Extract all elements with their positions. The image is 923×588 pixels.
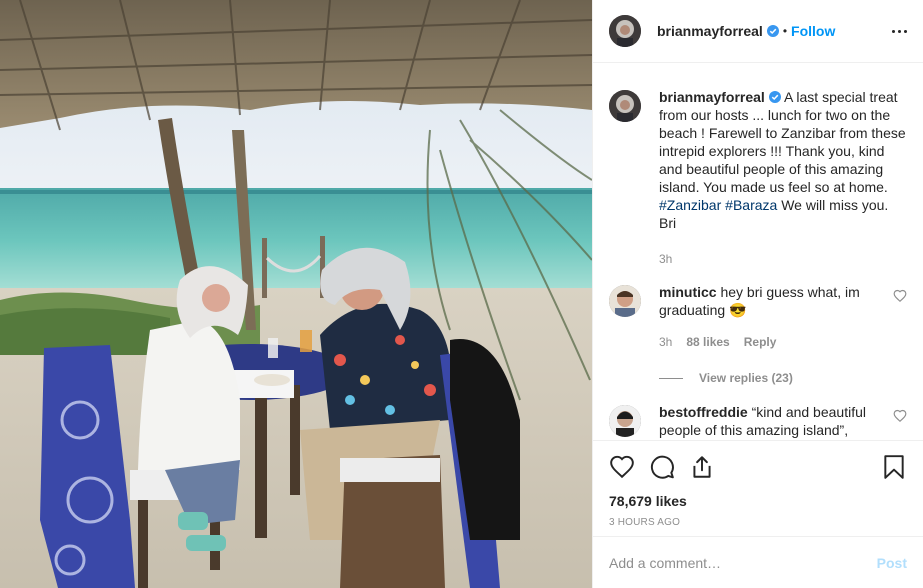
header-separator: • (782, 24, 788, 38)
follow-button[interactable]: Follow (791, 23, 835, 39)
hashtag-zanzibar[interactable]: #Zanzibar (659, 197, 721, 213)
view-replies-button[interactable]: View replies (23) (659, 371, 907, 385)
instagram-post: brianmayforreal • Follow brianmayforreal… (0, 0, 923, 588)
post-photo[interactable] (0, 0, 592, 588)
comment-time[interactable]: 3h (659, 335, 672, 349)
heart-icon[interactable] (609, 454, 635, 480)
commenter-username[interactable]: minuticc (659, 284, 717, 300)
commenter-avatar-image (609, 405, 641, 437)
add-comment-input[interactable] (609, 554, 877, 571)
reply-button[interactable]: Reply (744, 335, 777, 349)
likes-count[interactable]: 78,679 likes (609, 493, 907, 509)
view-replies-label: View replies (23) (699, 371, 793, 385)
comment-meta: 3h 88 likes Reply (659, 335, 883, 349)
commenter-username[interactable]: bestoffreddie (659, 404, 748, 420)
caption-username[interactable]: brianmayforreal (659, 89, 765, 105)
comment-item: bestoffreddie “kind and beautiful people… (609, 403, 907, 439)
more-options-icon[interactable] (892, 24, 907, 39)
comment-body: minuticc hey bri guess what, im graduati… (659, 283, 883, 349)
caption-meta: 3h (659, 252, 907, 266)
comments-list[interactable]: brianmayforreal A last special treat fro… (593, 63, 923, 440)
caption-avatar[interactable] (609, 90, 641, 122)
comment-heart-icon[interactable] (893, 289, 907, 303)
comment-text: bestoffreddie “kind and beautiful people… (659, 403, 883, 439)
caption-avatar-image (609, 90, 641, 122)
share-icon[interactable] (689, 454, 715, 480)
post-side-panel: brianmayforreal • Follow brianmayforreal… (592, 0, 923, 588)
comment-item: minuticc hey bri guess what, im graduati… (609, 283, 907, 349)
post-time-ago[interactable]: 3 HOURS AGO (609, 517, 907, 528)
post-actions: 78,679 likes 3 HOURS AGO (593, 440, 923, 536)
comment-text: minuticc hey bri guess what, im graduati… (659, 283, 883, 319)
replies-divider (659, 377, 683, 379)
verified-badge-icon (768, 91, 781, 103)
hashtag-baraza[interactable]: #Baraza (725, 197, 777, 213)
comment-heart-icon[interactable] (893, 409, 907, 423)
post-header: brianmayforreal • Follow (593, 0, 923, 63)
author-avatar[interactable] (609, 15, 641, 47)
author-avatar-image (609, 15, 641, 47)
caption: brianmayforreal A last special treat fro… (609, 88, 907, 266)
comment-likes[interactable]: 88 likes (686, 335, 729, 349)
beach-lunch-photo (0, 0, 592, 588)
comment-icon[interactable] (649, 454, 675, 480)
author-username[interactable]: brianmayforreal (657, 23, 763, 39)
add-comment-bar: Post (593, 536, 923, 588)
comment-body: bestoffreddie “kind and beautiful people… (659, 403, 883, 439)
post-comment-button[interactable]: Post (877, 555, 907, 571)
action-icons (609, 453, 907, 481)
commenter-avatar-image (609, 285, 641, 317)
bookmark-icon[interactable] (881, 454, 907, 480)
caption-body: brianmayforreal A last special treat fro… (659, 88, 907, 266)
commenter-avatar[interactable] (609, 285, 641, 317)
caption-time[interactable]: 3h (659, 252, 672, 266)
commenter-avatar[interactable] (609, 405, 641, 437)
verified-badge-icon (766, 25, 779, 37)
caption-text: brianmayforreal A last special treat fro… (659, 88, 907, 232)
